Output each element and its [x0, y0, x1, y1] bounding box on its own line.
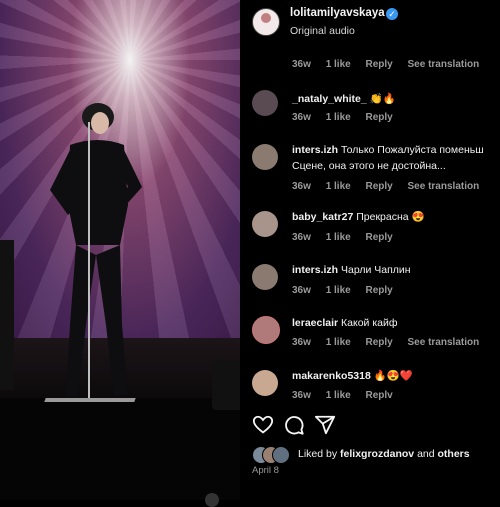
- comment-body: baby_katr27 Прекрасна 😍: [292, 209, 500, 225]
- reply-button[interactable]: Reply: [366, 285, 393, 296]
- comment-likes[interactable]: 1 like: [326, 285, 351, 296]
- post-header: lolitamilyavskaya ✓ Original audio: [240, 0, 500, 46]
- comment-text: Чарли Чаплин: [341, 264, 411, 276]
- comment-meta: 36w 1 like Reply See translation: [292, 337, 491, 348]
- commenter-username[interactable]: _nataly_white_: [292, 93, 367, 105]
- post-actions: [240, 410, 500, 440]
- comment-text: Прекрасна 😍: [356, 211, 425, 223]
- commenter-avatar[interactable]: [252, 370, 278, 396]
- comment-body: makarenko5318 🔥😍❤️: [292, 368, 500, 384]
- comment-likes[interactable]: 1 like: [326, 112, 351, 123]
- comment-text: Какой кайф: [341, 317, 398, 329]
- comment-time: 36w: [292, 390, 311, 401]
- comment-time: 36w: [292, 337, 311, 348]
- commenter-username[interactable]: baby_katr27: [292, 211, 353, 223]
- reply-button[interactable]: Replv: [366, 390, 393, 401]
- mic-stand-base: [44, 398, 136, 402]
- share-icon[interactable]: [314, 414, 336, 436]
- liked-by-username[interactable]: felixgrozdanov: [340, 448, 414, 460]
- comment-text: 🔥😍❤️: [373, 370, 413, 382]
- comment-likes[interactable]: 1 like: [326, 59, 351, 70]
- comment-body: inters.izh Чарли Чаплин: [292, 262, 500, 278]
- comment-time: 36w: [292, 181, 311, 192]
- comment-body: _nataly_white_ 👏🔥: [292, 91, 500, 107]
- liked-by-text: Liked by felixgrozdanov and others: [298, 448, 470, 460]
- commenter-username[interactable]: leraeclair: [292, 317, 338, 329]
- comment-body: inters.izh Только Пожалуйста поменьш Сце…: [292, 142, 500, 174]
- reply-button[interactable]: Reply: [366, 337, 393, 348]
- see-translation-button[interactable]: See translation: [408, 59, 480, 70]
- comment-text-continued: Сцене, она этого не достойна...: [292, 160, 446, 172]
- performer-figure: [50, 103, 142, 397]
- reply-button[interactable]: Reply: [366, 59, 393, 70]
- commenter-username[interactable]: makarenko5318: [292, 370, 371, 382]
- comment-meta: 36w 1 like Reply: [292, 232, 405, 243]
- comment-likes[interactable]: 1 like: [326, 337, 351, 348]
- verified-badge-icon: ✓: [386, 8, 398, 20]
- comment-meta: 36w 1 like Replv: [292, 390, 405, 401]
- liked-by-others[interactable]: others: [438, 448, 470, 460]
- comment-likes[interactable]: 1 like: [326, 232, 351, 243]
- see-translation-button[interactable]: See translation: [408, 337, 480, 348]
- comment-likes[interactable]: 1 like: [326, 390, 351, 401]
- liked-by-row: Liked by felixgrozdanov and others: [252, 445, 500, 465]
- bottom-avatar-partial: [205, 493, 219, 507]
- see-translation-button[interactable]: See translation: [408, 181, 480, 192]
- comment-text: Только Пожалуйста поменьш: [341, 144, 484, 156]
- comment-icon[interactable]: [283, 414, 305, 436]
- liker-avatar: [272, 446, 290, 464]
- post-media[interactable]: [0, 0, 240, 500]
- comment-meta: 36w 1 like Reply See translation: [292, 59, 491, 70]
- commenter-username[interactable]: inters.izh: [292, 144, 338, 156]
- audio-label[interactable]: Original audio: [290, 25, 355, 37]
- liked-by-prefix: Liked by: [298, 448, 338, 460]
- comments-panel: lolitamilyavskaya ✓ Original audio 36w 1…: [240, 0, 500, 500]
- comment-likes[interactable]: 1 like: [326, 181, 351, 192]
- comment-time: 36w: [292, 59, 311, 70]
- comment-time: 36w: [292, 112, 311, 123]
- commenter-avatar[interactable]: [252, 264, 278, 290]
- author-username[interactable]: lolitamilyavskaya: [290, 7, 385, 19]
- commenter-username[interactable]: inters.izh: [292, 264, 338, 276]
- commenter-avatar[interactable]: [252, 316, 280, 344]
- commenter-avatar[interactable]: [252, 144, 278, 170]
- reply-button[interactable]: Reply: [366, 181, 393, 192]
- comments-list[interactable]: 36w 1 like Reply See translation _nataly…: [240, 46, 500, 402]
- comment-text: 👏🔥: [369, 93, 396, 105]
- author-avatar[interactable]: [252, 8, 280, 36]
- post-date: April 8: [252, 465, 279, 476]
- comment-meta: 36w 1 like Reply See translation: [292, 181, 491, 192]
- comment-time: 36w: [292, 285, 311, 296]
- comment-meta: 36w 1 like Reply: [292, 285, 405, 296]
- stage-speaker: [0, 240, 14, 390]
- commenter-avatar[interactable]: [252, 90, 278, 116]
- mic-stand: [88, 122, 90, 402]
- comment-body: leraeclair Какой кайф: [292, 315, 500, 331]
- liked-by-and: and: [417, 448, 435, 460]
- reply-button[interactable]: Reply: [366, 112, 393, 123]
- comment-meta: 36w 1 like Reply: [292, 112, 405, 123]
- heart-icon[interactable]: [252, 414, 274, 436]
- comment-time: 36w: [292, 232, 311, 243]
- stage-monitor: [212, 360, 240, 410]
- commenter-avatar[interactable]: [252, 211, 278, 237]
- reply-button[interactable]: Reply: [366, 232, 393, 243]
